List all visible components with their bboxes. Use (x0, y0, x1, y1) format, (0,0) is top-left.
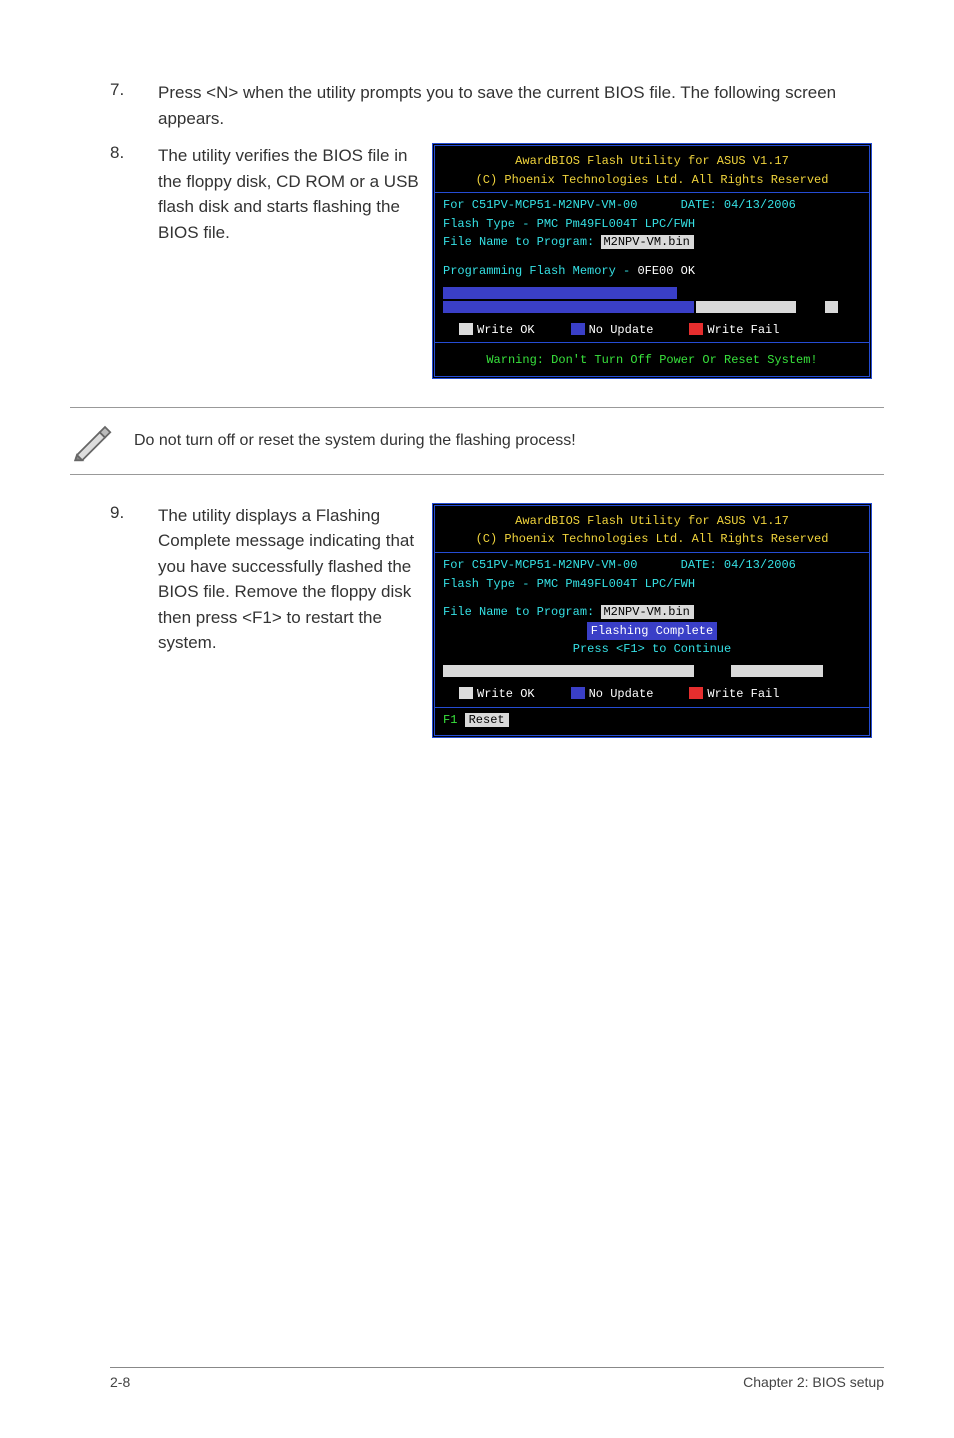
step-8: 8. The utility verifies the BIOS file in… (110, 143, 420, 245)
bios1-legend-noupdate: No Update (589, 323, 654, 337)
progress-chunk-gray-2 (731, 665, 823, 677)
bios1-filename-value: M2NPV-VM.bin (601, 235, 693, 249)
step-8-text: The utility verifies the BIOS file in th… (158, 143, 420, 245)
swatch-red-icon (689, 687, 703, 699)
step-9-text: The utility displays a Flashing Complete… (158, 503, 420, 656)
bios2-progress-bar (443, 665, 861, 677)
bios2-for-line-left: For C51PV-MCP51-M2NPV-VM-00 (443, 558, 637, 572)
bios2-legend-fail: Write Fail (707, 687, 779, 701)
note-text: Do not turn off or reset the system duri… (134, 432, 576, 450)
divider (435, 342, 869, 343)
bios1-for-line-right: DATE: 04/13/2006 (681, 198, 796, 212)
divider (435, 192, 869, 193)
bios2-flashing-complete: Flashing Complete (587, 622, 717, 641)
footer-chapter: Chapter 2: BIOS setup (743, 1374, 884, 1390)
bios2-filename-value: M2NPV-VM.bin (601, 605, 693, 619)
progress-chunk-blue (443, 301, 694, 313)
progress-chunk-gray (443, 665, 694, 677)
bios2-title: AwardBIOS Flash Utility for ASUS V1.17 (443, 512, 861, 531)
bios1-subtitle: (C) Phoenix Technologies Ltd. All Rights… (443, 171, 861, 190)
swatch-blue-icon (571, 687, 585, 699)
progress-bar-row2 (443, 301, 861, 313)
bios2-f1-label: F1 (443, 713, 457, 727)
footer-page-number: 2-8 (110, 1374, 130, 1390)
bios1-flash-type: Flash Type - PMC Pm49FL004T LPC/FWH (443, 215, 861, 234)
step-7: 7. Press <N> when the utility prompts yo… (110, 80, 884, 131)
bios2-legend: Write OK No Update Write Fail (443, 685, 861, 704)
bios1-programming-value: 0FE00 OK (637, 264, 695, 278)
bios-screenshot-flashing: AwardBIOS Flash Utility for ASUS V1.17 (… (432, 143, 872, 379)
bios1-legend: Write OK No Update Write Fail (443, 321, 861, 340)
progress-bar-row1 (443, 287, 677, 299)
bios2-for-line-right: DATE: 04/13/2006 (681, 558, 796, 572)
bios2-legend-ok: Write OK (477, 687, 535, 701)
divider (435, 552, 869, 553)
swatch-white-icon (459, 323, 473, 335)
swatch-blue-icon (571, 323, 585, 335)
progress-chunk-gray-2 (825, 301, 838, 313)
bios1-legend-ok: Write OK (477, 323, 535, 337)
bios2-reset-label: Reset (465, 713, 509, 727)
bios1-warning: Warning: Don't Turn Off Power Or Reset S… (443, 351, 861, 370)
bios2-subtitle: (C) Phoenix Technologies Ltd. All Rights… (443, 530, 861, 549)
step-9-number: 9. (110, 503, 158, 656)
bios1-for-line-left: For C51PV-MCP51-M2NPV-VM-00 (443, 198, 637, 212)
swatch-red-icon (689, 323, 703, 335)
bios2-legend-noupdate: No Update (589, 687, 654, 701)
bios1-title: AwardBIOS Flash Utility for ASUS V1.17 (443, 152, 861, 171)
page-footer: 2-8 Chapter 2: BIOS setup (110, 1367, 884, 1390)
step-8-number: 8. (110, 143, 158, 245)
note-callout: Do not turn off or reset the system duri… (70, 407, 884, 475)
bios-screenshot-complete: AwardBIOS Flash Utility for ASUS V1.17 (… (432, 503, 872, 738)
step-7-number: 7. (110, 80, 158, 131)
pencil-icon (70, 420, 112, 462)
divider (435, 707, 869, 708)
progress-chunk-gray (696, 301, 796, 313)
bios2-press-f1: Press <F1> to Continue (573, 642, 731, 656)
swatch-white-icon (459, 687, 473, 699)
bios1-filename-label: File Name to Program: (443, 235, 594, 249)
bios1-legend-fail: Write Fail (707, 323, 779, 337)
bios1-programming-label: Programming Flash Memory - (443, 264, 630, 278)
step-7-text: Press <N> when the utility prompts you t… (158, 80, 884, 131)
bios2-filename-label: File Name to Program: (443, 605, 594, 619)
bios2-flash-type: Flash Type - PMC Pm49FL004T LPC/FWH (443, 575, 861, 594)
bios1-progress-bars (443, 287, 861, 313)
step-9: 9. The utility displays a Flashing Compl… (110, 503, 420, 656)
